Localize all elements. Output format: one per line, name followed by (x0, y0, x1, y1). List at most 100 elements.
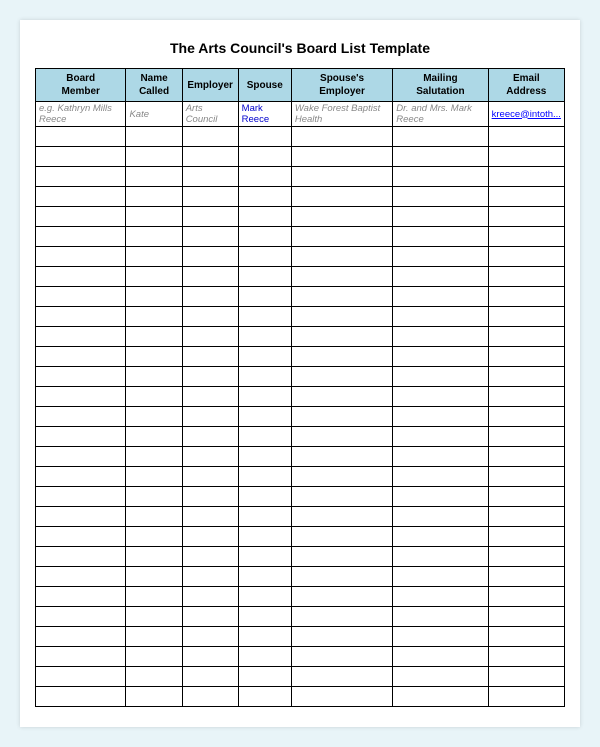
table-row (36, 467, 565, 487)
cell-board-member (36, 687, 126, 707)
cell-board-member (36, 447, 126, 467)
cell-spouse (238, 427, 291, 447)
cell-employer (182, 427, 238, 447)
cell-board-member (36, 287, 126, 307)
cell-board-member (36, 487, 126, 507)
header-row: BoardMember Name Called Employer Spouse … (36, 69, 565, 102)
cell-employer (182, 227, 238, 247)
cell-board-member (36, 327, 126, 347)
cell-spouse (238, 507, 291, 527)
cell-spouses-employer (291, 427, 392, 447)
header-name-called: Name Called (126, 69, 182, 102)
cell-mailing-salutation (393, 327, 488, 347)
cell-employer (182, 667, 238, 687)
cell-employer (182, 507, 238, 527)
cell-name-called (126, 307, 182, 327)
cell-mailing-salutation (393, 247, 488, 267)
cell-spouse (238, 327, 291, 347)
table-row (36, 367, 565, 387)
cell-mailing-salutation (393, 647, 488, 667)
table-row (36, 167, 565, 187)
cell-spouse (238, 587, 291, 607)
cell-email-address (488, 167, 564, 187)
cell-spouse (238, 647, 291, 667)
table-row (36, 227, 565, 247)
table-row (36, 587, 565, 607)
table-row (36, 547, 565, 567)
table-row (36, 147, 565, 167)
cell-mailing-salutation (393, 187, 488, 207)
cell-email-address (488, 447, 564, 467)
example-name-called: Kate (126, 102, 182, 127)
cell-spouse (238, 547, 291, 567)
table-row (36, 667, 565, 687)
table-row (36, 287, 565, 307)
cell-mailing-salutation (393, 587, 488, 607)
cell-email-address (488, 687, 564, 707)
cell-employer (182, 307, 238, 327)
cell-email-address (488, 647, 564, 667)
cell-email-address (488, 467, 564, 487)
cell-employer (182, 587, 238, 607)
table-row (36, 127, 565, 147)
cell-board-member (36, 427, 126, 447)
table-row (36, 507, 565, 527)
cell-spouse (238, 147, 291, 167)
cell-employer (182, 207, 238, 227)
cell-board-member (36, 507, 126, 527)
cell-mailing-salutation (393, 207, 488, 227)
table-row (36, 407, 565, 427)
example-employer: Arts Council (182, 102, 238, 127)
table-row (36, 387, 565, 407)
cell-spouses-employer (291, 587, 392, 607)
cell-spouse (238, 167, 291, 187)
cell-email-address (488, 127, 564, 147)
cell-spouse (238, 627, 291, 647)
cell-board-member (36, 387, 126, 407)
cell-email-address (488, 267, 564, 287)
cell-spouses-employer (291, 467, 392, 487)
cell-name-called (126, 327, 182, 347)
cell-board-member (36, 587, 126, 607)
cell-name-called (126, 487, 182, 507)
cell-email-address (488, 407, 564, 427)
cell-name-called (126, 207, 182, 227)
cell-board-member (36, 607, 126, 627)
cell-employer (182, 407, 238, 427)
cell-email-address (488, 227, 564, 247)
table-row (36, 427, 565, 447)
cell-mailing-salutation (393, 347, 488, 367)
cell-spouse (238, 567, 291, 587)
cell-name-called (126, 167, 182, 187)
cell-spouses-employer (291, 647, 392, 667)
cell-spouses-employer (291, 547, 392, 567)
cell-employer (182, 127, 238, 147)
cell-name-called (126, 467, 182, 487)
cell-employer (182, 387, 238, 407)
cell-email-address (488, 307, 564, 327)
cell-mailing-salutation (393, 127, 488, 147)
cell-employer (182, 347, 238, 367)
cell-mailing-salutation (393, 507, 488, 527)
cell-name-called (126, 547, 182, 567)
cell-email-address (488, 287, 564, 307)
board-table: BoardMember Name Called Employer Spouse … (35, 68, 565, 707)
cell-name-called (126, 267, 182, 287)
cell-mailing-salutation (393, 687, 488, 707)
cell-spouses-employer (291, 347, 392, 367)
cell-mailing-salutation (393, 307, 488, 327)
cell-spouse (238, 407, 291, 427)
example-mailing-salutation: Dr. and Mrs. Mark Reece (393, 102, 488, 127)
cell-employer (182, 187, 238, 207)
cell-mailing-salutation (393, 267, 488, 287)
table-row (36, 687, 565, 707)
cell-email-address (488, 387, 564, 407)
cell-employer (182, 647, 238, 667)
cell-email-address (488, 187, 564, 207)
cell-name-called (126, 407, 182, 427)
cell-name-called (126, 147, 182, 167)
cell-employer (182, 687, 238, 707)
cell-mailing-salutation (393, 387, 488, 407)
cell-employer (182, 607, 238, 627)
header-mailing-salutation: MailingSalutation (393, 69, 488, 102)
